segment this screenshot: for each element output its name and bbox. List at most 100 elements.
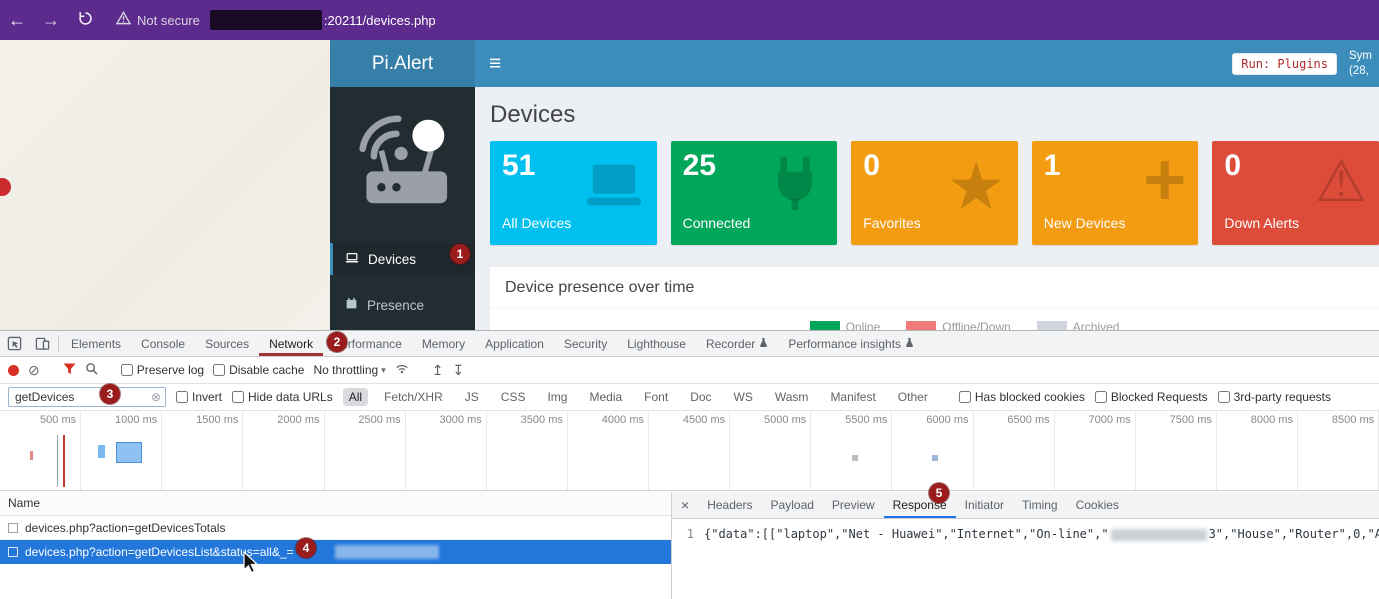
search-icon[interactable] <box>85 362 98 378</box>
checkbox[interactable] <box>232 391 244 403</box>
card-label: Favorites <box>863 215 921 231</box>
timeline-ticks: 500 ms 1000 ms 1500 ms 2000 ms 2500 ms 3… <box>0 411 1379 490</box>
refresh-icon[interactable] <box>68 10 102 31</box>
record-icon[interactable] <box>8 365 19 376</box>
url-text[interactable]: :20211/devices.php <box>324 13 436 28</box>
chevron-down-icon: ▾ <box>381 365 386 376</box>
filter-chip-js[interactable]: JS <box>459 388 485 406</box>
app-logo[interactable]: Pi.Alert <box>330 40 475 87</box>
legend-swatch-archived <box>1037 321 1067 330</box>
detail-tab-timing[interactable]: Timing <box>1013 492 1067 518</box>
throttling-dropdown[interactable]: No throttling ▾ <box>313 363 385 377</box>
tab-application[interactable]: Application <box>475 331 554 356</box>
tab-recorder[interactable]: Recorder <box>696 331 778 356</box>
run-plugins-button[interactable]: Run: Plugins <box>1232 53 1337 75</box>
filter-chip-other[interactable]: Other <box>892 388 934 406</box>
forward-icon[interactable]: → <box>34 10 68 31</box>
filter-chip-font[interactable]: Font <box>638 388 674 406</box>
request-details-panel: × Headers Payload Preview Response Initi… <box>672 492 1379 599</box>
network-timeline-overview[interactable]: 500 ms 1000 ms 1500 ms 2000 ms 2500 ms 3… <box>0 411 1379 491</box>
request-name: devices.php?action=getDevicesTotals <box>25 521 225 535</box>
site-security-chip[interactable]: Not secure <box>116 11 200 30</box>
tab-performance-insights[interactable]: Performance insights <box>778 331 924 356</box>
tab-sources[interactable]: Sources <box>195 331 259 356</box>
tab-security[interactable]: Security <box>554 331 617 356</box>
card-all-devices[interactable]: 51 All Devices <box>490 141 657 245</box>
pialert-app: Pi.Alert ≡ Run: Plugins Sym (28, <box>330 40 1379 330</box>
request-checkbox[interactable] <box>8 523 18 533</box>
blocked-requests-checkbox[interactable]: Blocked Requests <box>1095 390 1208 404</box>
sidebar-toggle-icon[interactable]: ≡ <box>475 52 515 76</box>
device-toolbar-icon[interactable] <box>28 331 56 356</box>
detail-tab-headers[interactable]: Headers <box>698 492 761 518</box>
filter-icon[interactable] <box>63 363 76 378</box>
legend-item-archived[interactable]: Archived <box>1037 320 1120 330</box>
mouse-cursor-icon <box>243 551 261 580</box>
filter-chip-fetchxhr[interactable]: Fetch/XHR <box>378 388 449 406</box>
import-har-icon[interactable]: ↥ <box>432 363 444 377</box>
tab-memory[interactable]: Memory <box>412 331 475 356</box>
inspect-element-icon[interactable] <box>0 331 28 356</box>
page-background-texture <box>0 40 330 330</box>
warning-triangle-icon <box>116 11 131 30</box>
tab-console[interactable]: Console <box>131 331 195 356</box>
sidebar-item-presence[interactable]: Presence <box>330 289 475 321</box>
has-blocked-cookies-checkbox[interactable]: Has blocked cookies <box>959 390 1085 404</box>
checkbox[interactable] <box>959 391 971 403</box>
detail-tab-preview[interactable]: Preview <box>823 492 884 518</box>
clear-filter-icon[interactable]: ⊗ <box>151 390 161 404</box>
timeline-request-dot <box>932 455 938 461</box>
preserve-log-checkbox[interactable]: Preserve log <box>121 363 204 377</box>
filter-chip-ws[interactable]: WS <box>728 388 759 406</box>
timeline-event-mark <box>63 435 65 487</box>
filter-chip-css[interactable]: CSS <box>495 388 532 406</box>
filter-chip-doc[interactable]: Doc <box>684 388 717 406</box>
card-connected[interactable]: 25 Connected <box>671 141 838 245</box>
checkbox[interactable] <box>1095 391 1107 403</box>
checkbox[interactable] <box>213 364 225 376</box>
detail-tab-cookies[interactable]: Cookies <box>1067 492 1128 518</box>
request-row[interactable]: devices.php?action=getDevicesTotals <box>0 516 671 540</box>
disable-cache-checkbox[interactable]: Disable cache <box>213 363 304 377</box>
checkbox[interactable] <box>1218 391 1230 403</box>
timeline-event-mark <box>30 451 33 460</box>
card-favorites[interactable]: 0 Favorites ★ <box>851 141 1018 245</box>
filter-chip-wasm[interactable]: Wasm <box>769 388 815 406</box>
legend-swatch-online <box>810 321 840 330</box>
filter-chip-all[interactable]: All <box>343 388 368 406</box>
timeline-request-bar <box>98 445 105 458</box>
tab-lighthouse[interactable]: Lighthouse <box>617 331 696 356</box>
filter-input-box: ⊗ <box>8 387 166 407</box>
legend-item-online[interactable]: Online <box>810 320 881 330</box>
request-checkbox[interactable] <box>8 547 18 557</box>
user-info-clipped[interactable]: Sym (28, <box>1349 49 1377 78</box>
router-logo-image <box>330 87 475 243</box>
invert-checkbox[interactable]: Invert <box>176 390 222 404</box>
clear-icon[interactable]: ⊘ <box>28 363 40 377</box>
filter-chip-manifest[interactable]: Manifest <box>824 388 881 406</box>
tab-network[interactable]: Network <box>259 331 323 356</box>
back-icon[interactable]: ← <box>0 10 34 31</box>
filter-chip-img[interactable]: Img <box>541 388 573 406</box>
name-column-header[interactable]: Name <box>0 492 671 516</box>
response-line: 1 {"data":[["laptop","Net - Huawei","Int… <box>672 519 1379 541</box>
card-new-devices[interactable]: 1 New Devices + <box>1032 141 1199 245</box>
annotation-badge-4: 4 <box>296 538 316 558</box>
tab-elements[interactable]: Elements <box>61 331 131 356</box>
sidebar-item-label: Presence <box>367 298 424 313</box>
filter-input[interactable] <box>13 389 151 405</box>
detail-tab-initiator[interactable]: Initiator <box>956 492 1013 518</box>
legend-item-offline[interactable]: Offline/Down <box>906 320 1010 330</box>
network-conditions-icon[interactable] <box>395 363 409 377</box>
annotation-badge-3: 3 <box>100 384 120 404</box>
hide-data-urls-checkbox[interactable]: Hide data URLs <box>232 390 333 404</box>
close-icon[interactable]: × <box>672 492 698 518</box>
card-down-alerts[interactable]: 0 Down Alerts ⚠ <box>1212 141 1379 245</box>
export-har-icon[interactable]: ↧ <box>452 363 464 377</box>
checkbox[interactable] <box>121 364 133 376</box>
third-party-requests-checkbox[interactable]: 3rd-party requests <box>1218 390 1331 404</box>
checkbox[interactable] <box>176 391 188 403</box>
detail-tab-payload[interactable]: Payload <box>762 492 823 518</box>
filter-chip-media[interactable]: Media <box>583 388 628 406</box>
request-row-selected[interactable]: devices.php?action=getDevicesList&status… <box>0 540 671 564</box>
